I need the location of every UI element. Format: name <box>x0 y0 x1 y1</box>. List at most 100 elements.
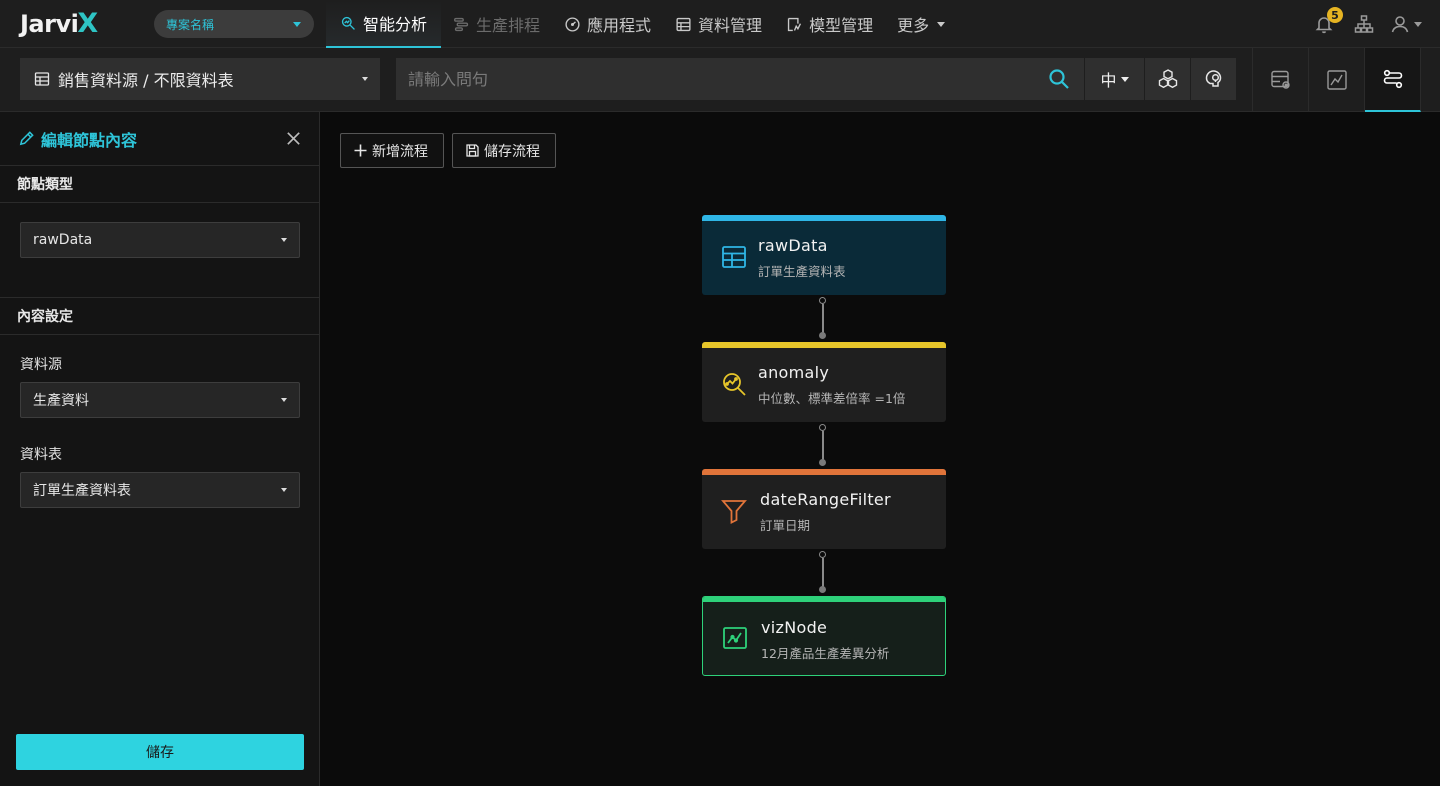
node-title: vizNode <box>761 618 828 637</box>
brain-bulb-icon <box>1205 70 1221 87</box>
org-chart-icon <box>1354 15 1374 33</box>
nav-item-label: 模型管理 <box>809 16 874 35</box>
node-title: dateRangeFilter <box>760 490 891 509</box>
node-color-bar <box>702 342 946 348</box>
node-color-bar <box>703 597 945 602</box>
insight-button[interactable] <box>1190 58 1236 100</box>
connector-line <box>822 304 824 334</box>
query-tools: 中 <box>1084 58 1236 100</box>
datasource-selector[interactable]: 銷售資料源 / 不限資料表 <box>20 58 380 100</box>
save-button[interactable]: 儲存 <box>16 734 304 770</box>
tab-data-preview[interactable] <box>1253 48 1309 112</box>
add-flow-button[interactable]: 新增流程 <box>340 133 444 168</box>
database-eye-icon <box>1270 70 1290 89</box>
caret-down-icon <box>1120 76 1129 82</box>
chevron-down-icon <box>937 21 946 27</box>
save-flow-label: 儲存流程 <box>484 143 540 160</box>
source-select[interactable]: 生產資料 <box>20 382 300 418</box>
caret-down-icon <box>362 77 368 81</box>
panel-header: 編輯節點內容 <box>0 112 319 166</box>
notification-badge: 5 <box>1327 7 1343 23</box>
query-bar: 銷售資料源 / 不限資料表 中 <box>0 48 1440 112</box>
question-input[interactable] <box>396 58 1084 100</box>
table-field: 資料表 訂單生產資料表 <box>20 444 300 508</box>
nav-item-label: 應用程式 <box>587 16 652 35</box>
content-settings-body: 資料源 生產資料 資料表 訂單生產資料表 <box>0 335 319 558</box>
main-nav: 智能分析 生產排程 應用程式 資料管理 模型管理 更多 <box>326 0 957 48</box>
node-subtitle: 12月產品生產差異分析 <box>761 646 890 661</box>
connector-port[interactable] <box>819 332 826 339</box>
plus-icon <box>354 144 367 157</box>
node-type-value: rawData <box>33 232 93 248</box>
nav-item-data-management[interactable]: 資料管理 <box>663 0 774 48</box>
bundle-button[interactable] <box>1144 58 1190 100</box>
pencil-icon <box>19 131 34 146</box>
close-icon[interactable] <box>285 130 302 147</box>
user-menu-button[interactable] <box>1384 0 1440 48</box>
dashboard-gauge-icon <box>565 16 580 32</box>
datasource-label: 銷售資料源 / 不限資料表 <box>58 71 234 90</box>
node-type-body: rawData <box>0 203 319 298</box>
add-flow-label: 新增流程 <box>372 143 428 160</box>
node-subtitle: 訂單日期 <box>760 518 811 533</box>
node-subtitle: 中位數、標準差倍率 =1倍 <box>758 391 906 406</box>
save-flow-button[interactable]: 儲存流程 <box>452 133 556 168</box>
tab-chart[interactable] <box>1309 48 1365 112</box>
language-label: 中 <box>1100 71 1117 90</box>
table-label: 資料表 <box>20 447 62 463</box>
connector-port[interactable] <box>819 297 826 304</box>
floppy-disk-icon <box>466 144 479 157</box>
table-select[interactable]: 訂單生產資料表 <box>20 472 300 508</box>
top-right-actions: 5 <box>1304 0 1440 48</box>
cubes-icon <box>1158 69 1177 89</box>
connector-port[interactable] <box>819 551 826 558</box>
nav-item-production-schedule[interactable]: 生產排程 <box>441 0 552 48</box>
section-node-type: 節點類型 <box>0 166 319 203</box>
node-edit-panel: 編輯節點內容 節點類型 rawData 內容設定 資料源 生產資料 資料表 訂單… <box>0 112 320 786</box>
project-selector[interactable]: 專案名稱 <box>154 10 314 38</box>
line-chart-icon <box>721 624 749 652</box>
app-logo[interactable]: Jarvi X <box>20 9 98 39</box>
node-color-bar <box>702 215 946 221</box>
nav-item-applications[interactable]: 應用程式 <box>552 0 663 48</box>
nav-item-smart-analysis[interactable]: 智能分析 <box>326 0 442 48</box>
org-chart-button[interactable] <box>1344 0 1384 48</box>
source-field: 資料源 生產資料 <box>20 354 300 418</box>
flow-node-viz[interactable]: vizNode 12月產品生產差異分析 <box>702 596 946 676</box>
nav-item-label: 智能分析 <box>363 15 428 34</box>
node-title: rawData <box>758 236 828 255</box>
table-value: 訂單生產資料表 <box>33 483 131 499</box>
connector-port[interactable] <box>819 459 826 466</box>
connector-port[interactable] <box>819 424 826 431</box>
user-icon <box>1391 16 1409 33</box>
source-value: 生產資料 <box>33 393 89 409</box>
nav-item-label: 更多 <box>897 16 930 35</box>
anomaly-search-icon <box>720 370 748 398</box>
view-tabs <box>1252 48 1421 112</box>
data-table-icon <box>676 17 691 31</box>
table-icon <box>34 72 50 86</box>
node-type-select[interactable]: rawData <box>20 222 300 258</box>
schedule-icon <box>454 17 469 31</box>
analysis-icon <box>341 16 355 30</box>
flow-icon <box>1383 69 1402 89</box>
search-icon[interactable] <box>1048 68 1070 90</box>
flow-canvas[interactable]: 新增流程 儲存流程 rawData 訂單生產資料表 anomaly 中位數、標準… <box>320 112 1440 786</box>
flow-node-date-range-filter[interactable]: dateRangeFilter 訂單日期 <box>702 469 946 549</box>
source-label: 資料源 <box>20 357 62 373</box>
logo-text: Jarvi <box>20 10 79 38</box>
caret-down-icon <box>293 22 301 27</box>
nav-item-more[interactable]: 更多 <box>885 0 957 48</box>
caret-down-icon <box>281 238 287 242</box>
flow-node-rawdata[interactable]: rawData 訂單生產資料表 <box>702 215 946 295</box>
notifications-button[interactable]: 5 <box>1304 0 1344 48</box>
table-grid-icon <box>720 243 748 271</box>
nav-item-model-management[interactable]: 模型管理 <box>774 0 885 48</box>
line-chart-icon <box>1326 70 1347 90</box>
nav-item-label: 生產排程 <box>476 16 541 35</box>
language-selector[interactable]: 中 <box>1084 58 1144 100</box>
connector-line <box>822 431 824 461</box>
flow-node-anomaly[interactable]: anomaly 中位數、標準差倍率 =1倍 <box>702 342 946 422</box>
tab-flow[interactable] <box>1365 48 1421 112</box>
connector-port[interactable] <box>819 586 826 593</box>
